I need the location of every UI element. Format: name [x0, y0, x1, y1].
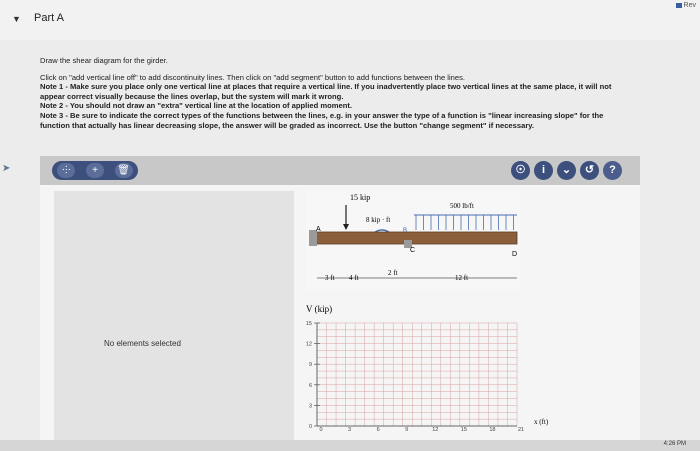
point-a-label: A: [316, 226, 321, 233]
y-tick-label: 9: [309, 362, 312, 368]
girder-beam: [313, 231, 518, 245]
figure-canvas: 15 kip 8 kip · ft 500 lb/ft A B C D 3 ft…: [0, 0, 700, 451]
y-tick-label: 15: [306, 321, 312, 327]
chart-grid: [316, 322, 518, 427]
x-tick-label: 3: [348, 427, 351, 433]
y-tick-label: 6: [309, 383, 312, 389]
distributed-load-label: 500 lb/ft: [450, 202, 474, 210]
x-tick-label: 18: [489, 427, 495, 433]
x-tick-label: 0: [319, 427, 322, 433]
x-tick-label: 21: [518, 427, 524, 433]
x-tick-label: 15: [461, 427, 467, 433]
y-tick-label: 3: [309, 403, 312, 409]
point-load-label: 15 kip: [350, 193, 370, 202]
chart-ticks: 0 3 6 9 12 15 0 3 6 9 12 15 18 21: [306, 321, 524, 433]
dim-2ft: 2 ft: [388, 269, 398, 277]
taskbar: [0, 440, 700, 451]
x-tick-label: 12: [432, 427, 438, 433]
chart-xlabel: x (ft): [534, 418, 549, 426]
dim-3ft: 3 ft: [325, 274, 335, 282]
clock: 4:26 PM: [663, 441, 686, 447]
beam-and-shear-figure: 15 kip 8 kip · ft 500 lb/ft A B C D 3 ft…: [306, 190, 549, 433]
dim-4ft: 4 ft: [349, 274, 359, 282]
y-tick-label: 12: [306, 342, 312, 348]
point-c-label: C: [410, 247, 415, 254]
dim-12ft: 12 ft: [455, 274, 468, 282]
moment-label: 8 kip · ft: [366, 216, 390, 224]
y-tick-label: 0: [309, 424, 312, 430]
point-d-label: D: [512, 251, 517, 258]
point-b-label: B: [403, 228, 407, 234]
x-tick-label: 6: [377, 427, 380, 433]
chart-ylabel: V (kip): [306, 304, 332, 314]
x-tick-label: 9: [405, 427, 408, 433]
